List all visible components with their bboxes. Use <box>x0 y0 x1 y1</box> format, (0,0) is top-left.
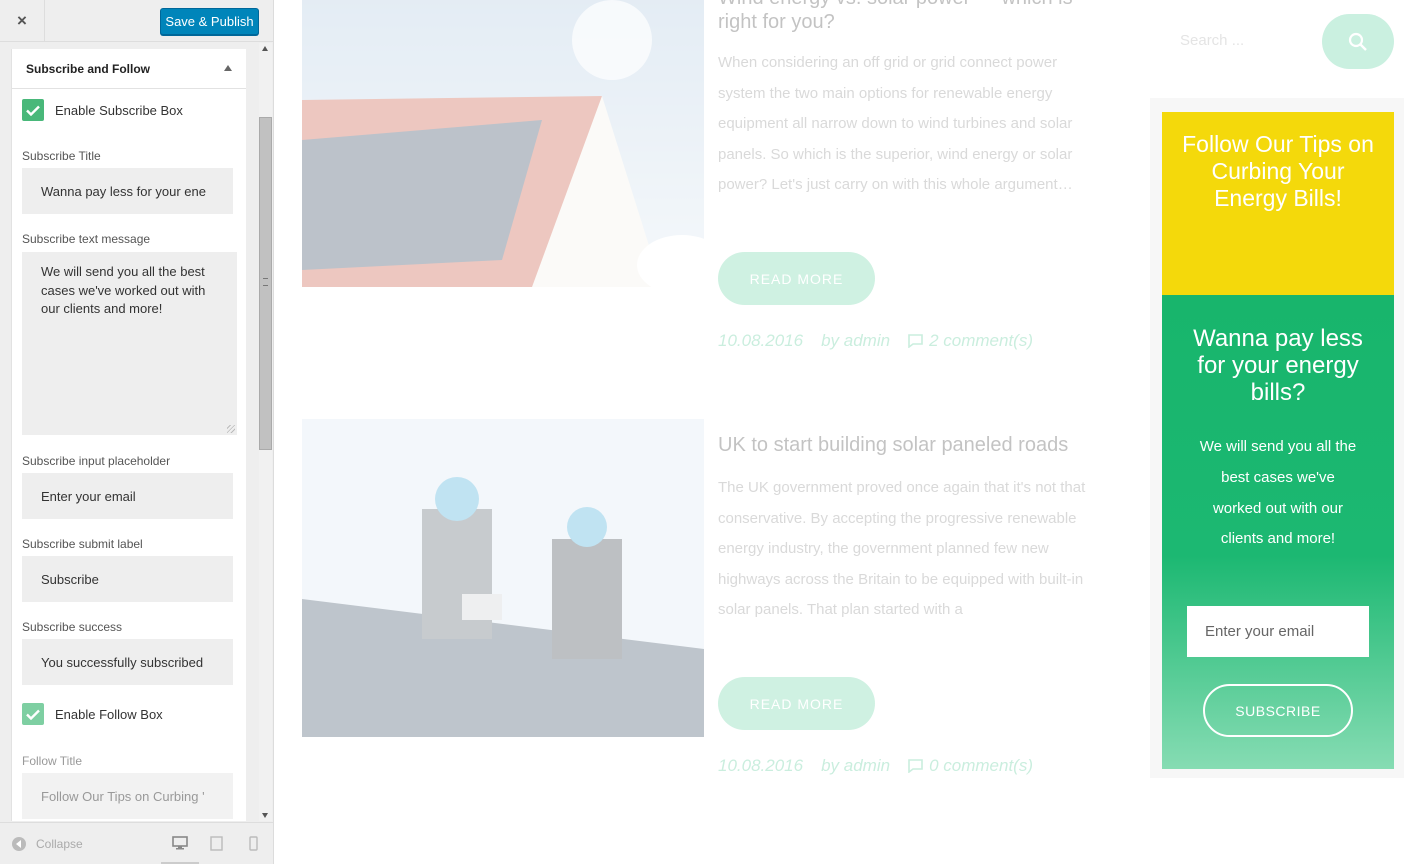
post1-date[interactable]: 10.08.2016 <box>718 331 803 351</box>
subscribe-placeholder-label: Subscribe input placeholder <box>22 454 171 468</box>
post2-meta: 10.08.2016 by admin 0 comment(s) <box>718 756 1051 776</box>
subscribe-placeholder-input[interactable]: Enter your email <box>22 473 233 519</box>
checkmark-icon[interactable] <box>22 703 44 725</box>
collapse-arrow-icon <box>12 837 26 851</box>
comment-icon <box>908 334 923 348</box>
mobile-icon[interactable] <box>249 836 258 856</box>
post1-title[interactable]: Wind energy vs. solar power — which is r… <box>718 0 1098 34</box>
subscribe-text-label: Subscribe text message <box>22 232 151 246</box>
subscribe-button[interactable]: SUBSCRIBE <box>1203 684 1353 737</box>
post2-excerpt: The UK government proved once again that… <box>718 479 1086 619</box>
follow-box: Follow Our Tips on Curbing Your Energy B… <box>1162 112 1394 295</box>
customizer-header: × Save & Publish <box>0 0 273 42</box>
tablet-icon[interactable] <box>210 836 223 856</box>
post2-date[interactable]: 10.08.2016 <box>718 756 803 776</box>
checkmark-icon[interactable] <box>22 99 44 121</box>
post2-read-more-button[interactable]: READ MORE <box>718 677 875 730</box>
post1-comments[interactable]: 2 comment(s) <box>929 331 1033 351</box>
subscribe-text-value: We will send you all the best cases we'v… <box>41 264 206 316</box>
subscribe-email-input[interactable]: Enter your email <box>1187 606 1369 657</box>
section-title: Subscribe and Follow <box>26 61 151 76</box>
subscribe-box-message: We will send you all the best cases we'v… <box>1199 438 1357 548</box>
enable-subscribe-checkbox[interactable]: Enable Subscribe Box <box>22 99 183 121</box>
post1-meta: 10.08.2016 by admin 2 comment(s) <box>718 331 1051 351</box>
comment-icon <box>908 759 923 773</box>
resize-handle[interactable] <box>227 425 235 433</box>
post2-image[interactable] <box>302 419 704 737</box>
follow-box-title: Follow Our Tips on Curbing Your Energy B… <box>1182 131 1374 211</box>
post2-author[interactable]: by admin <box>821 756 890 776</box>
scroll-up-arrow-icon[interactable] <box>262 46 268 51</box>
post1-author[interactable]: by admin <box>821 331 890 351</box>
close-icon[interactable]: × <box>0 0 45 42</box>
follow-title-input[interactable]: Follow Our Tips on Curbing ' <box>22 773 233 819</box>
customizer-controls: Subscribe and Follow Enable Subscribe Bo… <box>11 49 246 821</box>
post2-comments[interactable]: 0 comment(s) <box>929 756 1033 776</box>
search-button[interactable] <box>1322 14 1394 69</box>
search-icon <box>1348 32 1367 51</box>
subscribe-title-input[interactable]: Wanna pay less for your ene <box>22 168 233 214</box>
enable-subscribe-label: Enable Subscribe Box <box>55 102 183 118</box>
subscribe-box-title: Wanna pay less for your energy bills? <box>1193 325 1363 406</box>
subscribe-submit-label: Subscribe submit label <box>22 537 143 551</box>
enable-follow-checkbox[interactable]: Enable Follow Box <box>22 703 163 725</box>
subscribe-text-textarea[interactable]: We will send you all the best cases we'v… <box>22 252 237 435</box>
subscribe-box: Wanna pay less for your energy bills? We… <box>1162 295 1394 769</box>
post1-excerpt: When considering an off grid or grid con… <box>718 54 1073 194</box>
post1-image[interactable] <box>302 0 704 287</box>
site-preview: Wind energy vs. solar power — which is r… <box>274 0 1419 864</box>
enable-follow-label: Enable Follow Box <box>55 706 163 722</box>
follow-title-label: Follow Title <box>22 754 83 768</box>
collapse-button[interactable]: Collapse <box>12 837 83 851</box>
post1-read-more-button[interactable]: READ MORE <box>718 252 875 305</box>
desktop-icon[interactable] <box>172 836 188 855</box>
controls-scrollbar[interactable] <box>259 43 272 821</box>
subscribe-submit-input[interactable]: Subscribe <box>22 556 233 602</box>
search-input[interactable]: Search ... <box>1162 14 1308 66</box>
subscribe-success-input[interactable]: You successfully subscribed <box>22 639 233 685</box>
section-header[interactable]: Subscribe and Follow <box>12 49 246 89</box>
customizer-footer: Collapse <box>0 822 273 864</box>
subscribe-success-label: Subscribe success <box>22 620 123 634</box>
subscribe-title-label: Subscribe Title <box>22 149 101 163</box>
collapse-label: Collapse <box>36 837 83 851</box>
scroll-down-arrow-icon[interactable] <box>262 813 268 818</box>
save-publish-button[interactable]: Save & Publish <box>160 8 259 35</box>
caret-up-icon[interactable] <box>224 65 232 71</box>
scrollbar-thumb[interactable] <box>259 117 272 450</box>
customizer-panel: × Save & Publish Subscribe and Follow En… <box>0 0 274 864</box>
post2-title[interactable]: UK to start building solar paneled roads <box>718 433 1098 457</box>
